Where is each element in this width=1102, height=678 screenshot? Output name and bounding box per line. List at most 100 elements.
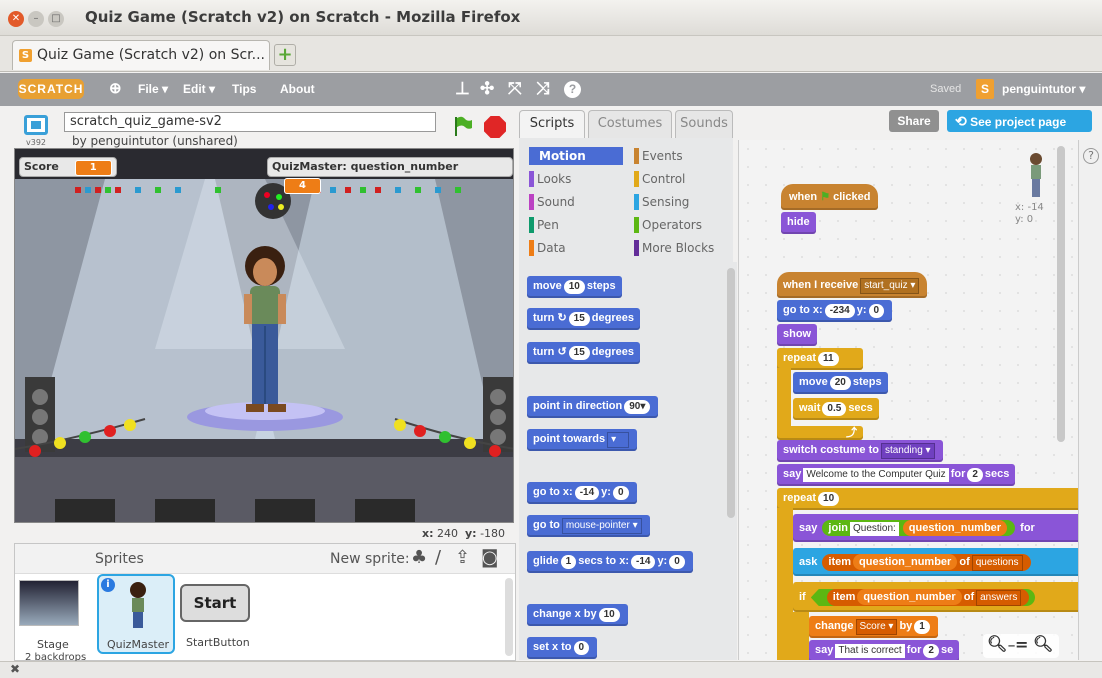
- paint-new-sprite-icon[interactable]: /: [435, 547, 441, 568]
- category-looks[interactable]: Looks: [529, 170, 571, 188]
- category-sound[interactable]: Sound: [529, 193, 575, 211]
- block-set-x[interactable]: set x to 0: [527, 637, 598, 659]
- block-input[interactable]: -14: [630, 555, 656, 569]
- sprite-tile-startbutton[interactable]: Start StartButton: [180, 584, 250, 654]
- project-title-input[interactable]: scratch_quiz_game-sv2: [64, 112, 436, 132]
- block-say-join[interactable]: say join Question: question_number for: [793, 514, 1078, 542]
- delete-scissors-icon[interactable]: ✣: [480, 79, 494, 99]
- block-hide[interactable]: hide: [781, 212, 816, 234]
- upload-sprite-icon[interactable]: ⇪: [455, 547, 470, 568]
- tab-scripts[interactable]: Scripts: [519, 110, 585, 138]
- block-point-towards[interactable]: point towards ▾: [527, 429, 638, 451]
- stage-thumbnail[interactable]: [19, 580, 79, 626]
- block-input[interactable]: 11: [818, 352, 839, 366]
- quizmaster-sprite[interactable]: [230, 244, 300, 424]
- block-input[interactable]: 0: [612, 486, 629, 500]
- maximize-window-button[interactable]: □: [48, 11, 64, 27]
- sprite-info-icon[interactable]: i: [101, 578, 115, 592]
- block-dropdown[interactable]: ▾: [607, 432, 630, 448]
- tab-costumes[interactable]: Costumes: [588, 110, 672, 138]
- block-input[interactable]: 10: [818, 492, 840, 506]
- block-dropdown[interactable]: standing ▾: [880, 443, 935, 459]
- sprites-scrollbar[interactable]: [505, 578, 513, 656]
- help-icon[interactable]: ?: [564, 81, 581, 98]
- block-input[interactable]: -234: [824, 304, 855, 318]
- scratch-logo[interactable]: SCRATCH: [18, 79, 84, 99]
- block-repeat-11[interactable]: repeat 11 ⤴: [777, 348, 867, 440]
- block-goto[interactable]: go to mouse-pointer ▾: [527, 515, 650, 537]
- block-input[interactable]: 15: [568, 346, 590, 360]
- zoom-in-button[interactable]: 🔍︎+: [1033, 634, 1059, 660]
- block-input[interactable]: 10: [563, 280, 585, 294]
- script-area-scrollbar[interactable]: [1057, 146, 1065, 442]
- block-dropdown[interactable]: questions: [971, 555, 1023, 571]
- block-ask[interactable]: ask item question_number of questions: [793, 548, 1078, 576]
- camera-icon[interactable]: ◙: [481, 547, 498, 568]
- block-switch-costume[interactable]: switch costume to standing ▾: [777, 440, 943, 462]
- category-motion[interactable]: Motion: [529, 147, 623, 165]
- item-of-reporter[interactable]: item question_number of answers: [826, 589, 1030, 606]
- minimize-window-button[interactable]: –: [28, 11, 44, 27]
- block-when-i-receive[interactable]: when I receive start_quiz ▾: [777, 272, 928, 298]
- category-more-blocks[interactable]: More Blocks: [634, 239, 714, 257]
- block-change-x[interactable]: change x by 10: [527, 604, 628, 626]
- question-number-reporter[interactable]: question_number: [902, 520, 1008, 536]
- menu-edit[interactable]: Edit ▾: [183, 82, 215, 96]
- score-monitor[interactable]: Score 1: [19, 157, 117, 177]
- category-control[interactable]: Control: [634, 170, 685, 188]
- block-when-flag-clicked[interactable]: when ⚑ clicked: [781, 184, 879, 210]
- new-tab-button[interactable]: +: [274, 44, 296, 66]
- block-repeat-10[interactable]: repeat 10: [777, 488, 1078, 510]
- block-if[interactable]: if item question_number of answers: [793, 582, 1078, 612]
- stage[interactable]: Score 1 QuizMaster: question_number 4: [14, 148, 514, 523]
- block-input[interactable]: 0.5: [822, 402, 847, 416]
- item-of-reporter[interactable]: item question_number of questions: [822, 554, 1031, 571]
- shrink-icon[interactable]: ⤨: [536, 79, 550, 99]
- stop-button[interactable]: [484, 116, 506, 138]
- palette-scrollbar[interactable]: [727, 268, 735, 518]
- grow-icon[interactable]: ⤧: [508, 79, 522, 99]
- equals-operator[interactable]: item question_number of answers: [810, 589, 1036, 606]
- block-input[interactable]: -14: [574, 486, 600, 500]
- join-operator[interactable]: join Question: question_number: [822, 520, 1016, 536]
- block-dropdown[interactable]: mouse-pointer ▾: [561, 518, 642, 534]
- browser-tab[interactable]: S Quiz Game (Scratch v2) on Scr...: [12, 40, 270, 70]
- block-wait[interactable]: wait 0.5 secs: [793, 398, 879, 420]
- block-goto-xy[interactable]: go to x: -234 y: 0: [777, 300, 893, 322]
- menu-tips[interactable]: Tips: [232, 82, 256, 96]
- block-input[interactable]: 15: [568, 312, 590, 326]
- menu-file[interactable]: File ▾: [138, 82, 168, 96]
- block-point-direction[interactable]: point in direction 90▾: [527, 396, 659, 418]
- block-input[interactable]: 2: [923, 644, 939, 658]
- globe-icon[interactable]: ⊕: [109, 79, 122, 97]
- category-operators[interactable]: Operators: [634, 216, 702, 234]
- green-flag-button[interactable]: [452, 115, 474, 137]
- sprite-tile-quizmaster[interactable]: i QuizMaster: [97, 574, 175, 654]
- block-input[interactable]: 0: [868, 304, 885, 318]
- block-input[interactable]: 0: [573, 641, 590, 655]
- block-input[interactable]: That is correct: [835, 644, 905, 658]
- block-say-correct[interactable]: say That is correct for 2 se: [809, 640, 960, 660]
- block-input[interactable]: Welcome to the Computer Quiz: [803, 468, 949, 482]
- block-input[interactable]: 1: [914, 620, 930, 634]
- category-data[interactable]: Data: [529, 239, 566, 257]
- choose-from-library-icon[interactable]: ♣: [411, 547, 427, 568]
- tab-sounds[interactable]: Sounds: [675, 110, 733, 138]
- see-project-page-button[interactable]: ⟲ See project page: [947, 110, 1092, 132]
- block-change-score[interactable]: change Score ▾ by 1: [809, 616, 938, 638]
- block-input[interactable]: Question:: [849, 522, 899, 536]
- block-show[interactable]: show: [777, 324, 818, 346]
- block-move-steps[interactable]: move 10 steps: [527, 276, 622, 298]
- block-input[interactable]: 2: [967, 468, 983, 482]
- share-button[interactable]: Share: [889, 110, 939, 132]
- block-dropdown[interactable]: answers: [976, 590, 1022, 606]
- zoom-out-button[interactable]: 🔍︎−: [987, 634, 1016, 653]
- block-move-steps[interactable]: move 20 steps: [793, 372, 888, 394]
- block-input[interactable]: 20: [829, 376, 851, 390]
- category-sensing[interactable]: Sensing: [634, 193, 689, 211]
- help-icon[interactable]: ?: [1083, 148, 1099, 164]
- question-number-reporter[interactable]: question_number: [857, 589, 962, 605]
- user-menu[interactable]: penguintutor ▾: [1002, 82, 1085, 96]
- presentation-mode-icon[interactable]: [24, 115, 48, 135]
- category-events[interactable]: Events: [634, 147, 683, 165]
